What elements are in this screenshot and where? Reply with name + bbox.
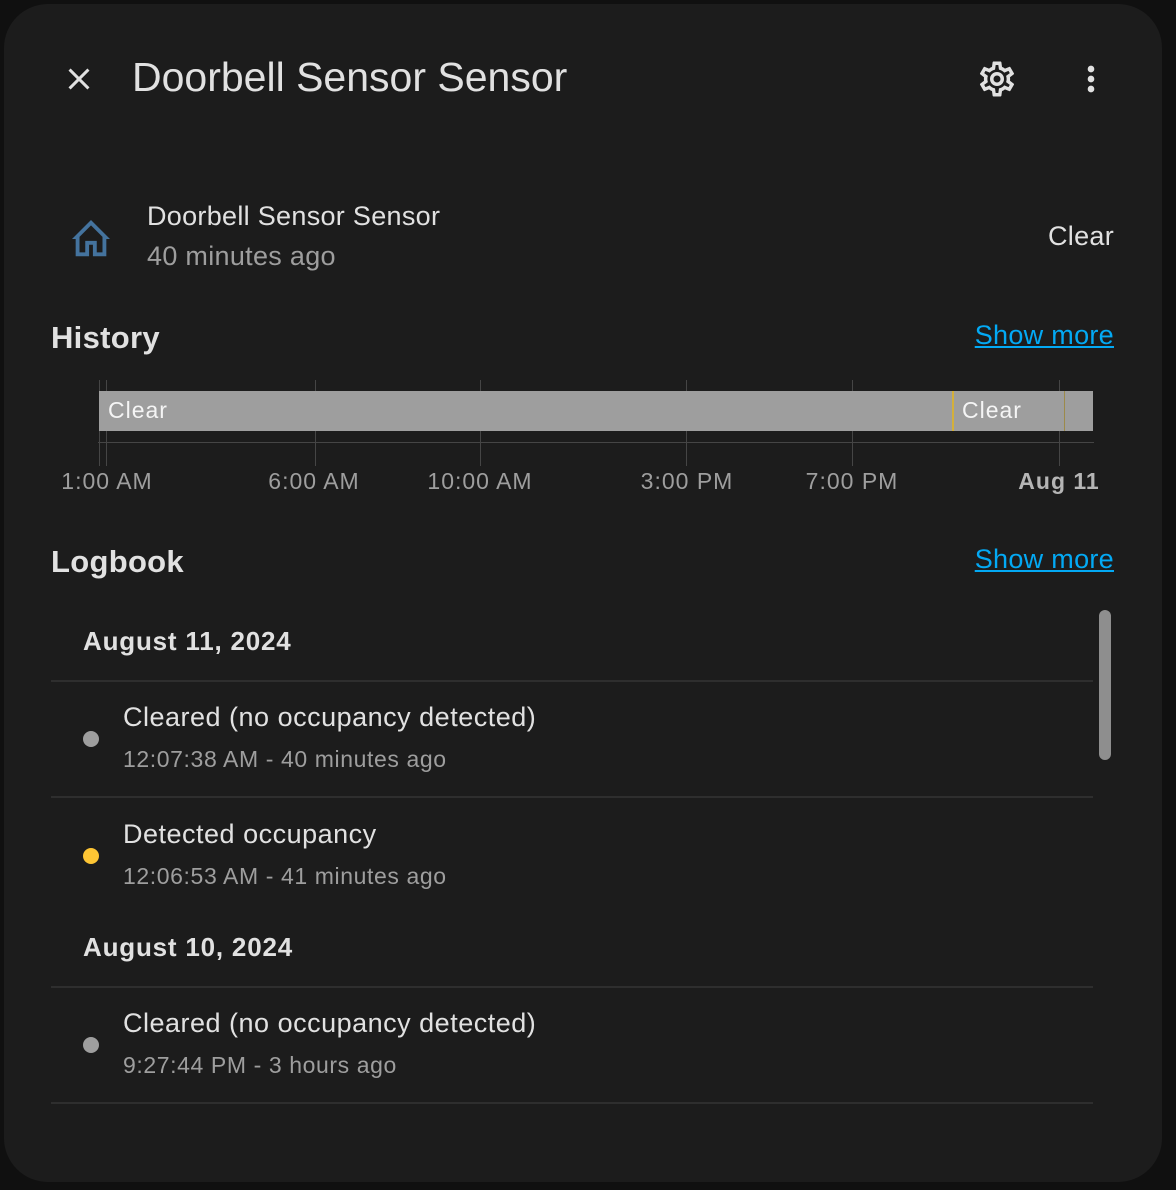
timeline-bar-clear[interactable]: Clear — [99, 391, 953, 431]
timeline-axis — [98, 442, 1094, 443]
entity-name: Doorbell Sensor Sensor — [147, 201, 441, 231]
entity-last-changed: 40 minutes ago — [147, 241, 336, 271]
history-show-more-link[interactable]: Show more — [975, 320, 1114, 351]
logbook-entry-message: Cleared (no occupancy detected) — [123, 702, 537, 732]
logbook-title: Logbook — [51, 544, 184, 579]
settings-button[interactable] — [970, 52, 1024, 106]
entity-state-row: Doorbell Sensor Sensor 40 minutes ago Cl… — [4, 194, 1162, 284]
logbook-scrollbar[interactable] — [1099, 610, 1111, 760]
close-button[interactable] — [52, 52, 106, 106]
logbook-entry-message: Detected occupancy — [123, 819, 377, 849]
timeline-tick-label: 10:00 AM — [427, 468, 533, 494]
home-outline-icon — [72, 220, 110, 257]
timeline-tick-label: 3:00 PM — [640, 468, 734, 494]
entity-state: Clear — [1047, 221, 1114, 251]
divider — [51, 1102, 1093, 1104]
timeline-detected-marker — [1064, 391, 1065, 431]
state-dot-cleared — [83, 1037, 99, 1053]
dialog-title: Doorbell Sensor Sensor — [132, 54, 568, 100]
logbook-entry-message: Cleared (no occupancy detected) — [123, 1008, 537, 1038]
state-dot-detected — [83, 848, 99, 864]
timeline-tick-label: 6:00 AM — [268, 468, 360, 494]
dots-vertical-icon — [1087, 65, 1095, 93]
logbook-entry-time: 12:07:38 AM - 40 minutes ago — [123, 746, 447, 772]
logbook-entry-time: 12:06:53 AM - 41 minutes ago — [123, 863, 447, 889]
timeline-tick-label: Aug 11 — [1018, 468, 1100, 494]
divider — [51, 680, 1093, 682]
close-icon — [68, 68, 90, 90]
timeline-tick-label: 7:00 PM — [805, 468, 899, 494]
logbook-list: August 11, 2024 Cleared (no occupancy de… — [51, 610, 1093, 1110]
gear-icon — [979, 61, 1015, 97]
more-options-button[interactable] — [1064, 52, 1118, 106]
timeline-bar-label: Clear — [108, 397, 168, 423]
divider — [51, 986, 1093, 988]
dialog-header: Doorbell Sensor Sensor — [4, 4, 1162, 154]
timeline-bar-label: Clear — [962, 397, 1022, 423]
history-timeline: Clear Clear 1:00 AM 6:00 AM 10:00 AM 3:0… — [4, 374, 1162, 504]
divider — [51, 796, 1093, 798]
timeline-detected-marker — [952, 391, 954, 431]
logbook-date-header: August 10, 2024 — [83, 932, 293, 962]
logbook-show-more-link[interactable]: Show more — [975, 544, 1114, 575]
timeline-tick-label: 1:00 AM — [61, 468, 153, 494]
logbook-date-header: August 11, 2024 — [83, 626, 292, 656]
history-title: History — [51, 320, 160, 355]
timeline-bar-clear[interactable]: Clear — [953, 391, 1093, 431]
more-info-dialog: Doorbell Sensor Sensor Doorbell Sensor S… — [4, 4, 1162, 1182]
logbook-entry-time: 9:27:44 PM - 3 hours ago — [123, 1052, 397, 1078]
state-dot-cleared — [83, 731, 99, 747]
